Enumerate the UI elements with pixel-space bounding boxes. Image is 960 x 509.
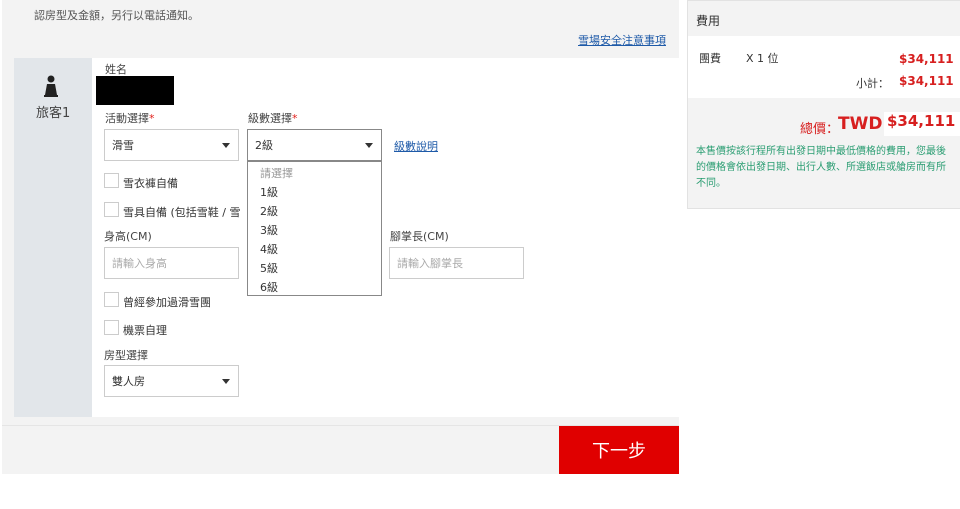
subtotal-label: 小計： — [856, 77, 889, 90]
next-step-button[interactable]: 下一步 — [559, 426, 679, 474]
fee-details-box — [688, 36, 960, 98]
gear-self-provided-checkbox[interactable] — [104, 202, 119, 217]
caret-down-icon — [222, 143, 230, 148]
room-type-label: 房型選擇 — [104, 349, 148, 362]
level-dropdown-list: 請選擇 1級 2級 3級 4級 5級 6級 — [247, 161, 382, 296]
fee-item-price: $34,111 — [899, 52, 954, 66]
level-option[interactable]: 1級 — [248, 183, 381, 202]
total-currency: TWD — [838, 114, 883, 134]
level-option[interactable]: 2級 — [248, 202, 381, 221]
price-disclaimer-note: 本售價按該行程所有出發日期中最低價格的費用，您最後的價格會依出發日期、出行人數、… — [696, 146, 946, 189]
level-option[interactable]: 6級 — [248, 278, 381, 297]
safety-notes-link[interactable]: 雪場安全注意事項 — [578, 32, 666, 48]
level-option[interactable]: 4級 — [248, 240, 381, 259]
contact-notice-text: 認房型及金額，另行以電話通知。 — [34, 9, 199, 22]
guest-form-area — [92, 58, 679, 417]
person-icon — [44, 75, 58, 97]
fee-item-name: 團費 — [699, 52, 721, 65]
activity-label: 活動選擇* — [105, 112, 155, 125]
activity-select[interactable]: 滑雪 — [104, 129, 239, 161]
height-input[interactable]: 請輸入身高 — [104, 247, 239, 279]
caret-down-icon — [365, 143, 373, 148]
level-select[interactable]: 2級 — [247, 129, 382, 161]
caret-down-icon — [222, 379, 230, 384]
own-flight-checkbox[interactable] — [104, 320, 119, 335]
required-mark: * — [149, 112, 155, 125]
height-label: 身高(CM) — [104, 230, 152, 243]
required-mark: * — [292, 112, 298, 125]
room-type-value: 雙人房 — [112, 375, 145, 388]
name-value-redacted — [96, 76, 174, 105]
foot-length-input[interactable]: 請輸入腳掌長 — [389, 247, 524, 279]
level-option[interactable]: 3級 — [248, 221, 381, 240]
clothes-self-provided-label: 雪衣褲自備 — [123, 177, 178, 190]
level-option[interactable]: 請選擇 — [248, 164, 381, 183]
own-flight-label: 機票自理 — [123, 324, 167, 337]
fee-header: 費用 — [696, 14, 721, 28]
guest-label: 旅客1 — [36, 106, 71, 121]
total-value: $34,111 — [884, 112, 960, 136]
level-select-value: 2級 — [255, 139, 273, 152]
joined-ski-tour-checkbox[interactable] — [104, 292, 119, 307]
gear-self-provided-label: 雪具自備 (包括雪鞋 / 雪 — [123, 206, 241, 219]
name-label: 姓名 — [105, 63, 127, 76]
activity-select-value: 滑雪 — [112, 139, 134, 152]
level-label: 級數選擇* — [248, 112, 298, 125]
fee-item-quantity: X 1 位 — [746, 52, 779, 65]
subtotal-value: $34,111 — [899, 74, 954, 88]
level-option[interactable]: 5級 — [248, 259, 381, 278]
foot-length-label: 腳掌長(CM) — [390, 230, 449, 243]
level-help-link[interactable]: 級數說明 — [394, 138, 438, 154]
total-label: 總價： — [800, 122, 840, 137]
room-type-select[interactable]: 雙人房 — [104, 365, 239, 397]
clothes-self-provided-checkbox[interactable] — [104, 173, 119, 188]
joined-ski-tour-label: 曾經參加過滑雪團 — [123, 296, 211, 309]
